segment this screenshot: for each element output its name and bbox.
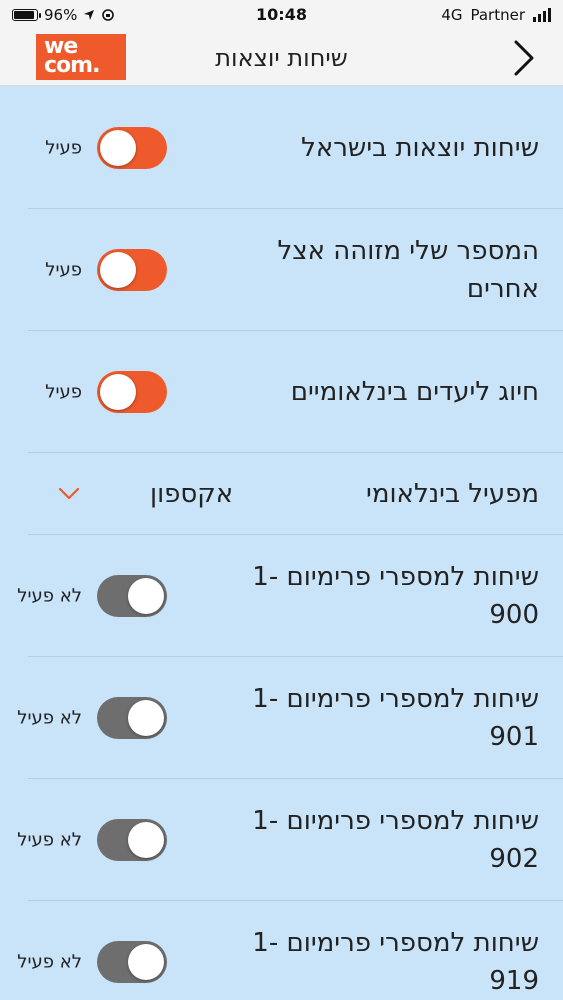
setting-state: פעיל [45, 381, 82, 402]
setting-state: פעיל [45, 259, 82, 280]
back-chevron-icon[interactable] [513, 39, 535, 77]
setting-label: שיחות למספרי פרימיום 1-902 [252, 805, 539, 874]
status-bar: 96% 10:48 4G Partner [0, 0, 563, 30]
setting-state: פעיל [45, 137, 82, 158]
setting-label: שיחות למספרי פרימיום 1-900 [252, 561, 539, 630]
premium-1902-toggle[interactable] [97, 818, 167, 861]
settings-list: שיחות יוצאות בישראל פעיל המספר שלי מזוהה… [0, 87, 563, 1000]
setting-label: חיוג ליעדים בינלאומיים [290, 376, 539, 407]
chevron-down-icon [58, 487, 80, 499]
setting-row-premium-1919: שיחות למספרי פרימיום 1-919 לא פעיל [17, 901, 563, 1000]
signal-icon [533, 8, 551, 22]
setting-label: שיחות למספרי פרימיום 1-901 [252, 683, 539, 752]
premium-1901-toggle[interactable] [97, 696, 167, 739]
premium-1919-toggle[interactable] [97, 940, 167, 983]
setting-label: שיחות יוצאות בישראל [301, 132, 539, 163]
app-header: we com. שיחות יוצאות [0, 30, 563, 86]
premium-1900-toggle[interactable] [97, 574, 167, 617]
domestic-calls-toggle[interactable] [97, 126, 167, 169]
setting-row-caller-id: המספר שלי מזוהה אצל אחרים פעיל [28, 209, 563, 331]
page-title: שיחות יוצאות [215, 44, 348, 72]
international-dialing-toggle[interactable] [97, 370, 167, 413]
setting-state: לא פעיל [17, 707, 82, 728]
setting-state: לא פעיל [17, 829, 82, 850]
setting-row-premium-1900: שיחות למספרי פרימיום 1-900 לא פעיל [17, 535, 563, 657]
caller-id-toggle[interactable] [97, 248, 167, 291]
setting-row-domestic-calls: שיחות יוצאות בישראל פעיל [28, 87, 563, 209]
setting-row-premium-1901: שיחות למספרי פרימיום 1-901 לא פעיל [17, 657, 563, 779]
setting-label: המספר שלי מזוהה אצל אחרים [277, 235, 539, 304]
setting-label: שיחות למספרי פרימיום 1-919 [252, 927, 539, 996]
setting-row-international-dialing: חיוג ליעדים בינלאומיים פעיל [28, 331, 563, 453]
carrier-name: Partner [470, 6, 525, 24]
status-right: 4G Partner [441, 6, 551, 24]
setting-state: לא פעיל [17, 951, 82, 972]
setting-row-premium-1902: שיחות למספרי פרימיום 1-902 לא פעיל [17, 779, 563, 901]
network-type: 4G [441, 6, 463, 24]
operator-label: מפעיל בינלאומי [366, 478, 539, 509]
setting-state: לא פעיל [17, 585, 82, 606]
international-operator-select[interactable]: מפעיל בינלאומי אקספון [28, 453, 563, 535]
operator-value: אקספון [150, 478, 234, 509]
